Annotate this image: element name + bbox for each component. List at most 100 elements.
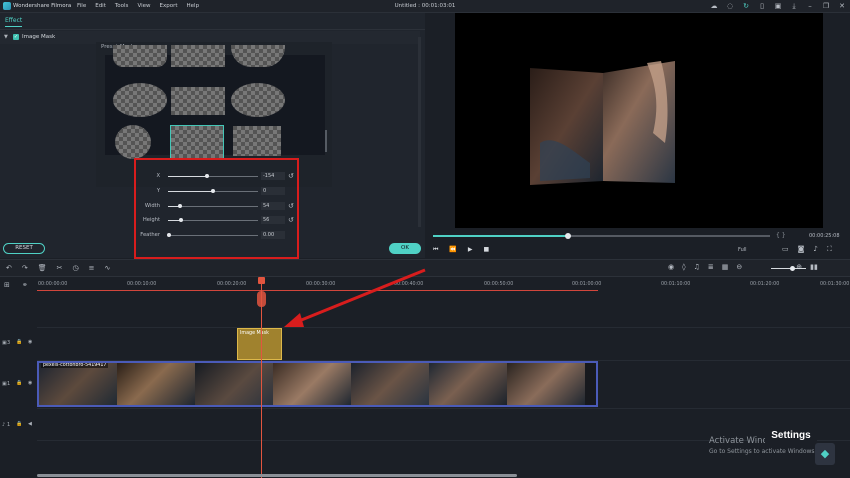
- timeline-horizontal-scrollbar[interactable]: [37, 474, 517, 477]
- param-height-input[interactable]: 56: [261, 216, 285, 224]
- video-clip[interactable]: pexels-cottonbro-5419417: [37, 361, 598, 407]
- sync-icon[interactable]: ↻: [742, 2, 750, 10]
- mask-preset-tile[interactable]: [171, 87, 225, 115]
- mask-preset-tile[interactable]: [231, 83, 285, 117]
- param-y-fill: [168, 191, 213, 192]
- mask-parameters-highlight: X -154 ↺ Y 0 Width 54 ↺ Height 56 ↺ Feat…: [134, 158, 299, 259]
- ruler-tick: 00:01:10:00: [661, 282, 691, 287]
- param-width-knob[interactable]: [178, 204, 182, 208]
- param-feather-slider[interactable]: [168, 235, 258, 236]
- mask-preset-tile[interactable]: [231, 45, 285, 67]
- param-y-input[interactable]: 0: [261, 187, 285, 195]
- param-width-input[interactable]: 54: [261, 202, 285, 210]
- monitor-icon[interactable]: ▭: [782, 245, 789, 254]
- title-bar: Wondershare Filmora File Edit Tools View…: [0, 0, 850, 13]
- preset-scrollbar[interactable]: [325, 130, 327, 152]
- mask-preset-tile[interactable]: [171, 45, 225, 67]
- undo-icon[interactable]: ↶: [6, 264, 12, 272]
- cloud-icon[interactable]: ☁: [710, 2, 718, 10]
- restore-icon[interactable]: ❐: [822, 2, 830, 10]
- effect-enabled-checkbox[interactable]: ✓: [13, 34, 19, 40]
- stop-icon[interactable]: ■: [484, 246, 490, 254]
- add-track-icon[interactable]: ⊞: [4, 281, 10, 289]
- param-height-knob[interactable]: [179, 218, 183, 222]
- zoom-slider[interactable]: [771, 268, 806, 269]
- bookmark-icon[interactable]: ▯: [758, 2, 766, 10]
- ok-button[interactable]: OK: [389, 243, 421, 254]
- settings-icon[interactable]: ◆: [815, 443, 835, 465]
- marker-icon[interactable]: ◊: [682, 263, 685, 271]
- speaker-icon[interactable]: ◀: [28, 421, 32, 427]
- param-y-knob[interactable]: [211, 189, 215, 193]
- lock-icon[interactable]: 🔒: [16, 421, 22, 427]
- app-name: Wondershare Filmora: [13, 3, 72, 9]
- preview-seek-knob[interactable]: [565, 233, 571, 239]
- menu-file[interactable]: File: [77, 3, 86, 9]
- image-mask-clip[interactable]: Image Mask: [237, 328, 282, 360]
- mask-preset-tile-selected[interactable]: [170, 125, 224, 160]
- menu-export[interactable]: Export: [160, 3, 178, 9]
- zoom-slider-knob[interactable]: [790, 266, 795, 271]
- menu-view[interactable]: View: [137, 3, 150, 9]
- speed-icon[interactable]: ◷: [73, 264, 79, 272]
- volume-icon[interactable]: ♪: [813, 245, 817, 254]
- mask-preset-tile[interactable]: [115, 125, 151, 159]
- link-icon[interactable]: ⚭: [22, 281, 28, 289]
- param-height-reset-icon[interactable]: ↺: [288, 216, 294, 224]
- snapshot-icon[interactable]: ◙: [798, 245, 805, 254]
- render-icon[interactable]: ◉: [668, 263, 674, 271]
- reset-button[interactable]: RESET: [3, 243, 45, 254]
- eye-icon[interactable]: ◉: [28, 380, 32, 386]
- effect-name: Image Mask: [22, 34, 56, 40]
- mark-in-out[interactable]: { }: [776, 232, 786, 239]
- lock-icon[interactable]: 🔒: [16, 380, 22, 386]
- param-x-knob[interactable]: [205, 174, 209, 178]
- adjust-icon[interactable]: ≡: [89, 264, 95, 272]
- redo-icon[interactable]: ↷: [22, 264, 28, 272]
- zoom-in-icon[interactable]: ⊕: [796, 263, 802, 271]
- playhead-handle[interactable]: [258, 277, 265, 284]
- tab-effect[interactable]: Effect: [5, 17, 23, 27]
- playhead-scissor-icon[interactable]: [257, 291, 266, 307]
- lightbulb-icon[interactable]: ◌: [726, 2, 734, 10]
- mask-preset-tile[interactable]: [233, 126, 281, 156]
- save-icon[interactable]: ▣: [774, 2, 782, 10]
- mixer-icon[interactable]: ≣: [708, 263, 714, 271]
- quality-select[interactable]: Full: [738, 247, 747, 253]
- menu-edit[interactable]: Edit: [95, 3, 106, 9]
- playhead-line[interactable]: [261, 277, 262, 478]
- param-feather-knob[interactable]: [167, 233, 171, 237]
- play-icon[interactable]: ▶: [468, 246, 473, 254]
- snapshot-track-icon[interactable]: ▦: [722, 263, 729, 271]
- param-x-reset-icon[interactable]: ↺: [288, 172, 294, 180]
- ruler-tick: 00:00:20:00: [217, 282, 247, 287]
- delete-icon[interactable]: 🗑: [38, 264, 47, 272]
- mask-preset-tile[interactable]: [113, 83, 167, 117]
- menu-tools[interactable]: Tools: [115, 3, 129, 9]
- eye-icon[interactable]: ◉: [28, 339, 32, 345]
- panel-scrollbar[interactable]: [418, 37, 421, 227]
- lock-icon[interactable]: 🔒: [16, 339, 22, 345]
- param-feather: Feather 0.00: [136, 231, 297, 241]
- param-feather-label: Feather: [140, 232, 160, 238]
- zoom-out-icon[interactable]: ⊖: [736, 263, 742, 271]
- fullscreen-icon[interactable]: ⛶: [827, 245, 832, 254]
- collapse-arrow-icon[interactable]: ▼: [4, 34, 8, 40]
- panel-toggle-icon[interactable]: ▮▮: [810, 263, 818, 271]
- audio-track-icon: ♪: [2, 422, 6, 428]
- audio-wave-icon[interactable]: ∿: [105, 264, 111, 272]
- mask-preset-tile[interactable]: [113, 45, 167, 67]
- track-number: 1: [7, 422, 11, 428]
- preview-canvas[interactable]: [455, 13, 823, 228]
- param-x-input[interactable]: -154: [261, 172, 285, 180]
- prev-frame-icon[interactable]: ⏮: [433, 246, 438, 254]
- menu-help[interactable]: Help: [187, 3, 200, 9]
- close-icon[interactable]: ✕: [838, 2, 846, 10]
- param-width-reset-icon[interactable]: ↺: [288, 202, 294, 210]
- param-feather-input[interactable]: 0.00: [261, 231, 285, 239]
- step-back-icon[interactable]: ⏪: [449, 246, 456, 254]
- mic-icon[interactable]: ♫: [694, 263, 700, 271]
- minimize-icon[interactable]: –: [806, 2, 814, 10]
- cut-icon[interactable]: ✂: [57, 264, 63, 272]
- download-icon[interactable]: ⤓: [790, 2, 798, 10]
